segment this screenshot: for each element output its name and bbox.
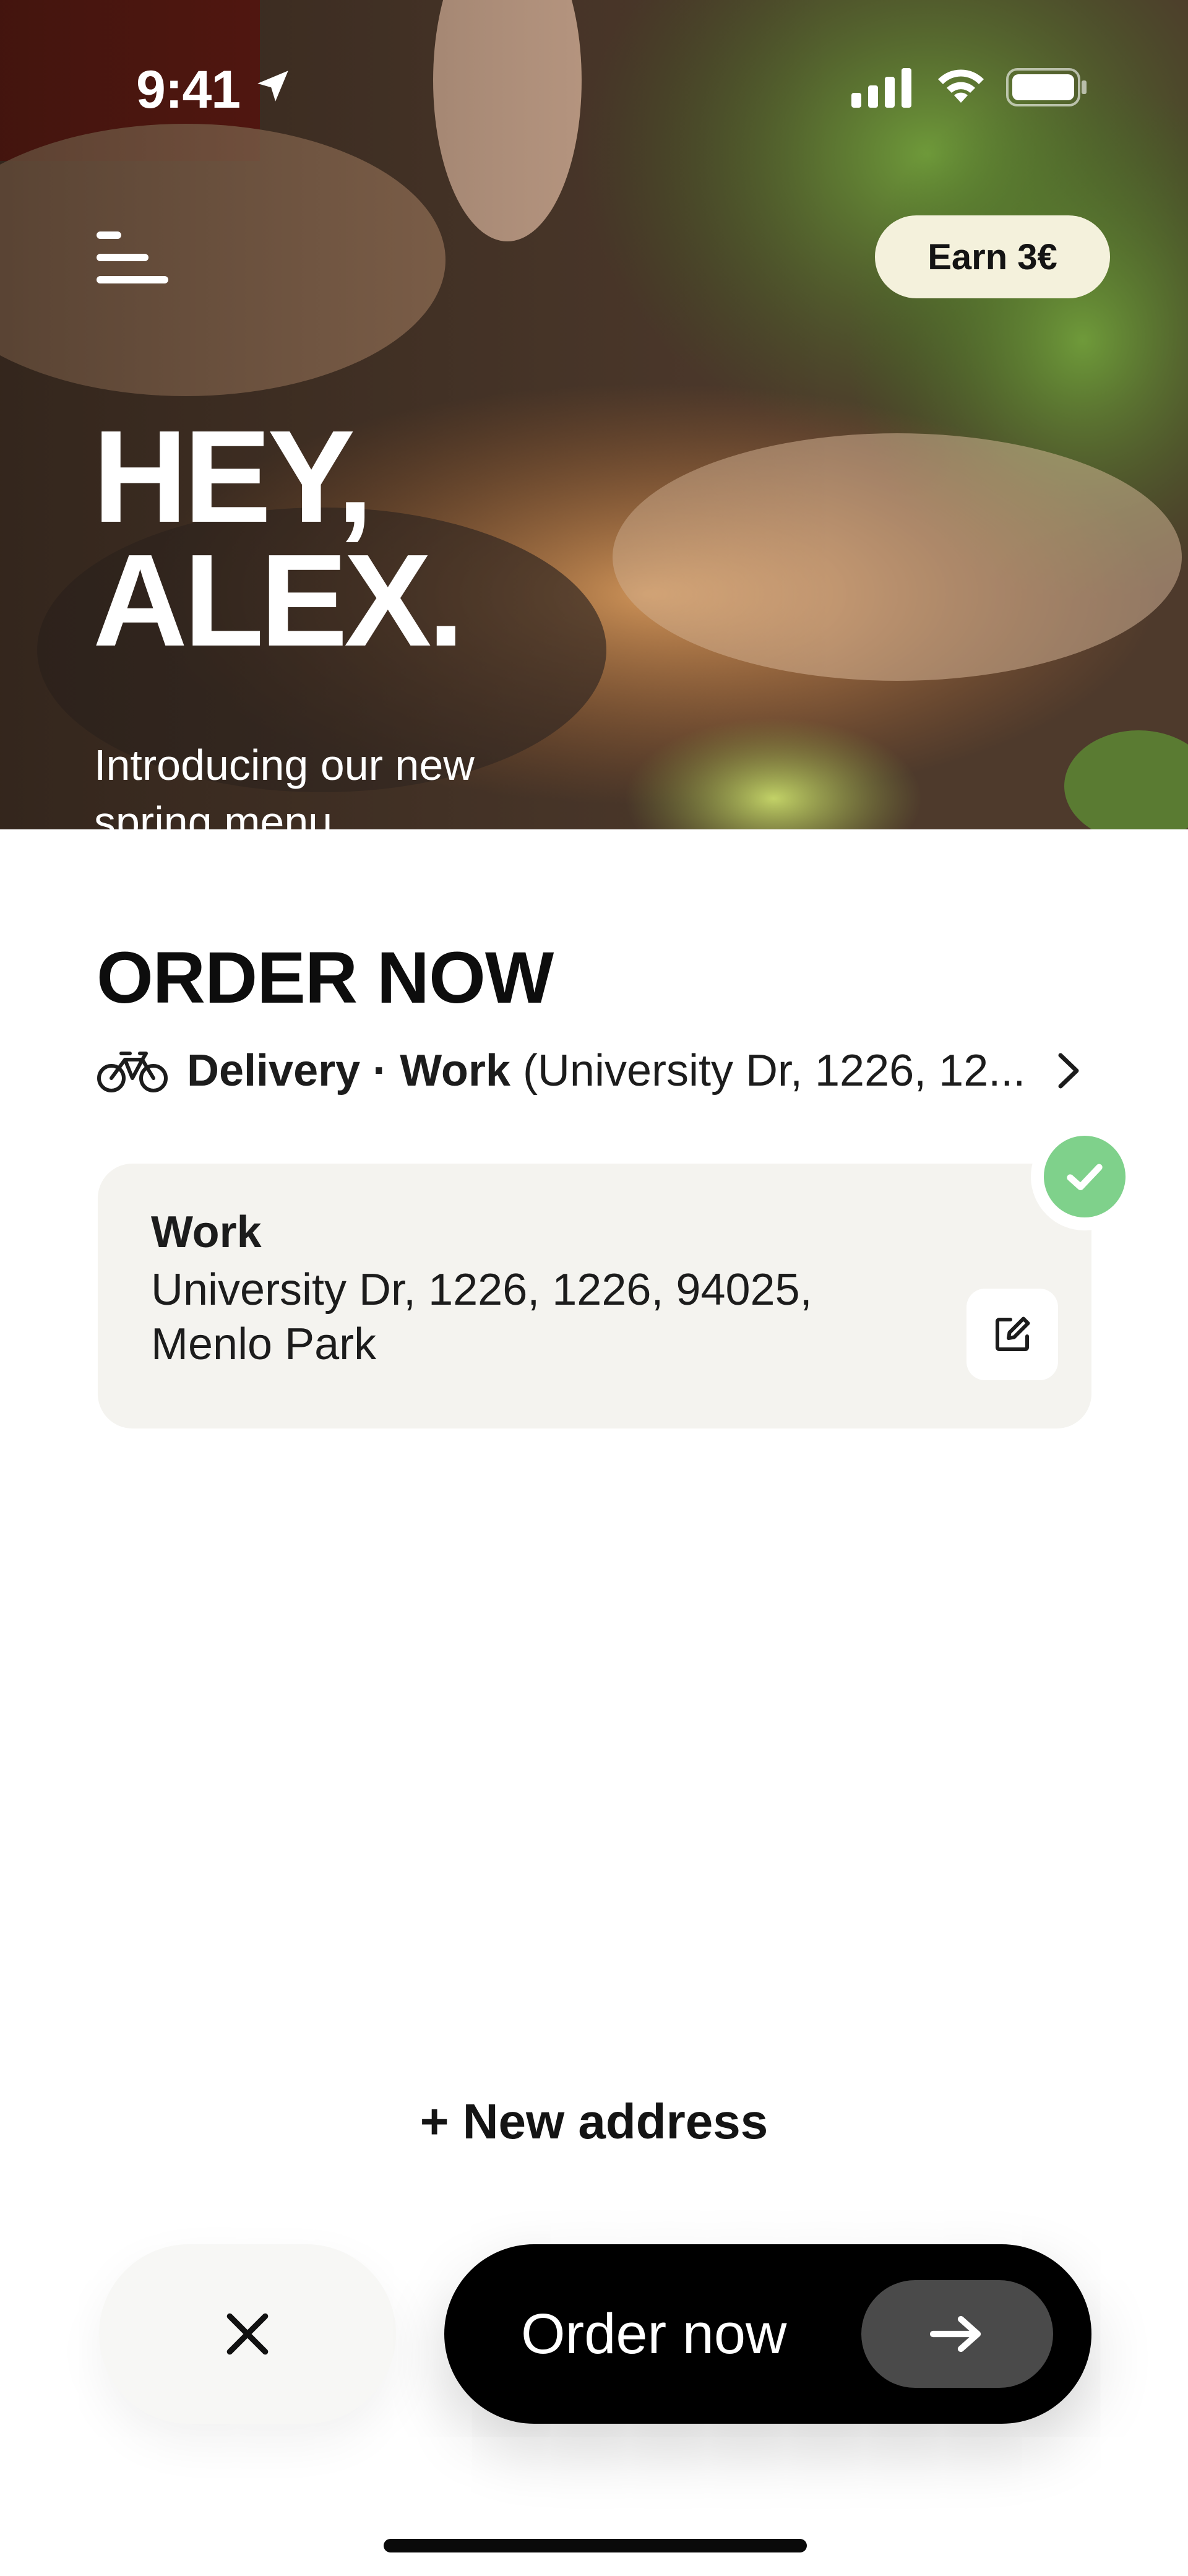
address-name: Work [151, 1208, 262, 1257]
order-now-label: Order now [521, 2302, 787, 2366]
greeting-line-2: ALEX. [93, 527, 464, 673]
hero-banner: 9:41 Earn 3€ HEY, ALEX. Introducing our … [0, 0, 1188, 829]
new-address-button[interactable]: + New address [0, 2093, 1188, 2150]
home-indicator [384, 2539, 807, 2552]
address-card-work[interactable]: Work University Dr, 1226, 1226, 94025, M… [98, 1164, 1091, 1428]
check-icon [1067, 1164, 1103, 1190]
delivery-location-summary: (University Dr, 1226, 12... [522, 1046, 1026, 1096]
chevron-right-icon [1058, 1053, 1079, 1089]
order-now-button[interactable]: Order now [444, 2244, 1091, 2424]
status-bar: 9:41 [0, 0, 1188, 119]
earn-referral-button[interactable]: Earn 3€ [875, 215, 1110, 298]
delivery-location-name: Work [400, 1046, 510, 1096]
greeting-line-1: HEY, [93, 403, 373, 550]
delivery-selector[interactable]: Delivery · Work (University Dr, 1226, 12… [97, 1040, 1087, 1102]
greeting-title: HEY, ALEX. [93, 403, 650, 673]
bicycle-icon [97, 1052, 168, 1092]
wifi-icon [938, 69, 984, 103]
status-time: 9:41 [136, 60, 241, 119]
delivery-summary: Delivery · Work (University Dr, 1226, 12… [187, 1045, 1041, 1096]
order-arrow-pill [861, 2280, 1053, 2388]
close-icon [226, 2313, 269, 2355]
delivery-mode: Delivery [187, 1046, 361, 1096]
arrow-right-icon [929, 2315, 981, 2353]
hamburger-menu-icon [97, 231, 121, 239]
delivery-separator: · [372, 1046, 388, 1096]
edit-icon [996, 1316, 1030, 1351]
edit-address-button[interactable] [966, 1289, 1058, 1380]
close-button[interactable] [99, 2244, 396, 2424]
order-now-title: ORDER NOW [97, 937, 554, 1019]
hero-subtitle[interactable]: Introducing our new spring menu [94, 737, 540, 829]
address-line: University Dr, 1226, 1226, 94025, Menlo … [151, 1265, 812, 1369]
menu-button[interactable] [93, 229, 170, 287]
cellular-signal-icon [851, 68, 911, 108]
location-arrow-icon [257, 71, 288, 102]
battery-icon [1006, 68, 1087, 106]
selected-badge [1031, 1123, 1138, 1230]
